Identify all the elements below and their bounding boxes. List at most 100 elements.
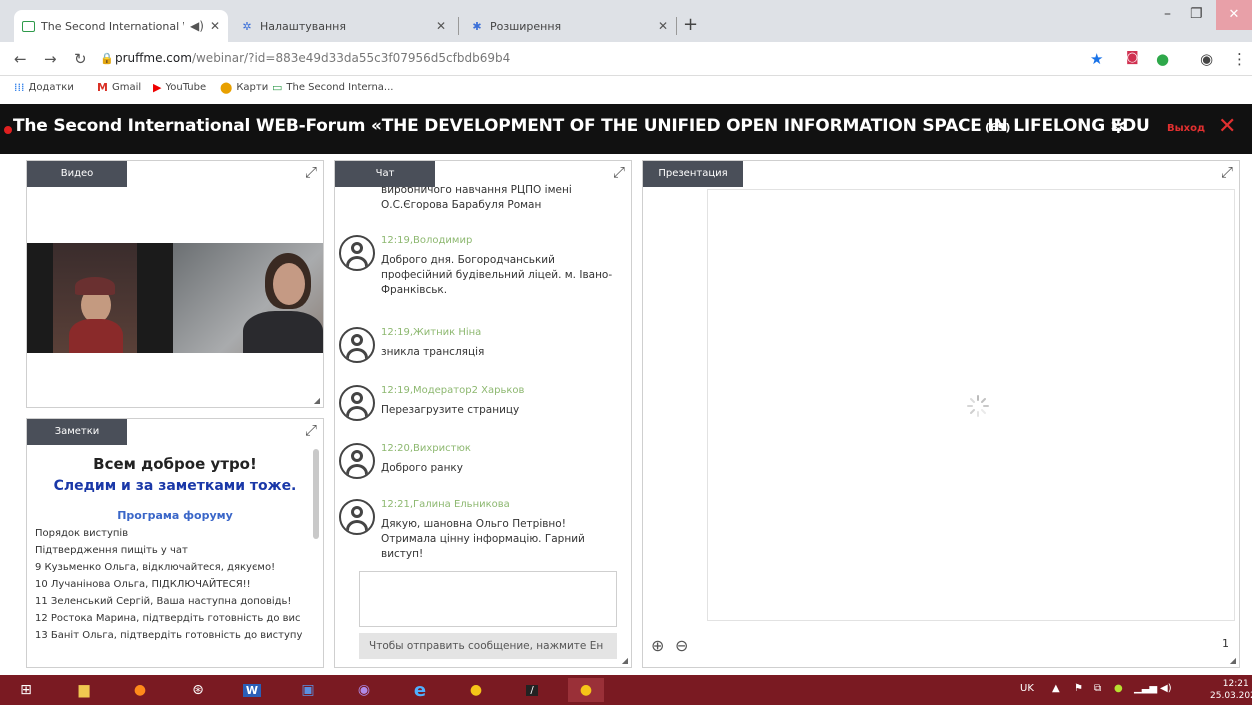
star-bookmark-icon[interactable]: ★	[1090, 50, 1103, 68]
chrome-icon[interactable]: ●	[458, 678, 494, 702]
internet-explorer-icon[interactable]: e	[402, 678, 438, 702]
bookmarks-bar: ⁞⁞⁞ Додатки M Gmail ▶ YouTube ⬤ Карти ▭ The S…	[0, 76, 1252, 100]
expand-icon[interactable]: ⤢	[1221, 163, 1233, 181]
minimize-button[interactable]: –	[1164, 6, 1171, 22]
tab-webinar[interactable]: The Second International W ◀) ✕	[14, 10, 228, 42]
expand-icon[interactable]: ⤢	[305, 163, 317, 181]
bookmark-label: YouTube	[165, 82, 207, 93]
expand-icon[interactable]: ⤢	[613, 163, 625, 181]
lock-icon: 🔒	[100, 52, 114, 65]
reload-icon[interactable]: ↻	[74, 50, 87, 68]
address-bar: ← → ↻ 🔒 pruffme.com/webinar/?id=883e49d3…	[0, 42, 1252, 76]
avatar-icon	[339, 499, 375, 535]
account-icon[interactable]: ◉	[1200, 50, 1213, 68]
participant-face	[273, 263, 305, 305]
bookmark-gmail[interactable]: M Gmail	[97, 81, 141, 94]
chat-message-input[interactable]	[359, 571, 617, 627]
chat-message-meta: 12:20,Вихристюк	[381, 443, 471, 454]
windows-start-icon[interactable]: ⊞	[8, 678, 44, 702]
notes-subheading: Следим и за заметками тоже.	[53, 478, 297, 494]
resize-handle[interactable]: ◢	[1230, 656, 1236, 665]
check-extension-icon[interactable]: ●	[1156, 50, 1169, 68]
file-explorer-icon[interactable]: ▆	[66, 678, 102, 702]
presentation-slide[interactable]	[707, 189, 1235, 621]
restore-button[interactable]: ❐	[1190, 6, 1203, 22]
clock-date: 25.03.2020	[1210, 691, 1252, 701]
chat-message-meta: 12:19,Житник Ніна	[381, 327, 482, 338]
chat-messages[interactable]: виробничого навчання РЦПО імені О.С.Єгор…	[335, 183, 625, 578]
new-tab-button[interactable]: +	[683, 14, 698, 35]
close-tab-icon[interactable]: ✕	[210, 19, 220, 33]
puzzle-icon: ✱	[472, 19, 482, 33]
volume-icon[interactable]: ◀)	[1160, 683, 1172, 694]
tab-title: The Second International W	[41, 19, 185, 33]
live-indicator-icon	[4, 126, 12, 134]
tab-separator	[458, 17, 459, 35]
network-icon[interactable]: ⧉	[1094, 683, 1101, 694]
app-icon[interactable]: /	[514, 678, 550, 702]
video-tab[interactable]: Видео	[27, 161, 127, 187]
viber-icon[interactable]: ◉	[346, 678, 382, 702]
exit-close-icon[interactable]: ✕	[1218, 114, 1236, 139]
youtube-icon: ▶	[153, 81, 162, 94]
resize-handle[interactable]: ◢	[314, 396, 320, 405]
media-player-icon[interactable]: ⊛	[180, 678, 216, 702]
close-tab-icon[interactable]: ✕	[658, 19, 668, 33]
bookmark-label: Gmail	[111, 82, 142, 93]
back-arrow-icon[interactable]: ←	[14, 50, 27, 68]
language-indicator[interactable]: UK	[1020, 683, 1034, 694]
webinar-header: The Second International WEB-Forum «THE …	[0, 104, 1252, 154]
webinar-favicon-icon: ▭	[272, 81, 283, 94]
tray-expand-icon[interactable]: ▲	[1052, 683, 1060, 694]
avatar-icon	[339, 443, 375, 479]
exit-label[interactable]: Выход	[1167, 123, 1205, 134]
video-participant-left	[53, 243, 137, 353]
forward-arrow-icon[interactable]: →	[44, 50, 57, 68]
bookmark-youtube[interactable]: ▶ YouTube	[153, 81, 206, 94]
chat-message-text: виробничого навчання РЦПО імені О.С.Єгор…	[381, 184, 572, 211]
chrome-active-icon[interactable]: ●	[568, 678, 604, 702]
video-stream[interactable]	[27, 243, 323, 353]
notes-program-title: Програма форуму	[117, 509, 233, 522]
menu-kebab-icon[interactable]: ⋮	[1232, 50, 1247, 68]
zoom-in-icon[interactable]: ⊕	[651, 636, 664, 655]
word-icon[interactable]: W	[234, 678, 270, 702]
notes-line: 12 Ростока Марина, підтвердіть готовніст…	[35, 613, 301, 624]
avatar-icon	[339, 235, 375, 271]
bookmark-maps[interactable]: ⬤ Карти	[220, 81, 268, 94]
flag-icon[interactable]: ⚑	[1074, 683, 1083, 694]
chat-message-text: Перезагрузите страницу	[381, 404, 520, 416]
webinar-favicon-icon	[22, 20, 35, 32]
signal-icon[interactable]: ▁▃▅	[1134, 683, 1157, 694]
firefox-icon[interactable]: ●	[122, 678, 158, 702]
zoom-out-icon[interactable]: ⊖	[675, 636, 688, 655]
notes-line: 13 Баніт Ольга, підтвердіть готовність д…	[35, 630, 303, 641]
tab-title: Налаштування	[260, 19, 346, 33]
gmail-icon: M	[97, 81, 108, 94]
tray-app-icon[interactable]: ●	[1114, 683, 1123, 694]
send-hint[interactable]: Чтобы отправить сообщение, нажмите Ен	[359, 633, 617, 659]
loading-spinner-icon	[967, 395, 989, 417]
extension-icon[interactable]: ◙	[1126, 50, 1139, 65]
notes-line: Порядок виступів	[35, 528, 129, 539]
system-clock[interactable]: 12:21 25.03.2020	[1210, 678, 1252, 702]
notes-tab[interactable]: Заметки	[27, 419, 127, 445]
tab-extensions[interactable]: ✱ Розширення ✕	[462, 10, 676, 42]
resize-handle[interactable]: ◢	[622, 656, 628, 665]
settings-gear-icon[interactable]: ✲	[1110, 114, 1127, 138]
bookmark-apps[interactable]: ⁞⁞⁞ Додатки	[14, 81, 74, 94]
chat-tab[interactable]: Чат	[335, 161, 435, 187]
bookmark-webinar[interactable]: ▭ The Second Interna...	[272, 81, 393, 94]
url-field[interactable]: pruffme.com/webinar/?id=883e49d33da55c3f…	[115, 51, 510, 65]
tab-settings[interactable]: ✲ Налаштування ✕	[232, 10, 454, 42]
presentation-tab[interactable]: Презентация	[643, 161, 743, 187]
speaker-icon[interactable]: ◀)	[190, 19, 204, 33]
close-tab-icon[interactable]: ✕	[436, 19, 446, 33]
chat-message-text: Доброго ранку	[381, 462, 463, 474]
gear-icon: ✲	[242, 19, 252, 33]
save-disk-icon[interactable]: ▣	[290, 678, 326, 702]
participants-count[interactable]: (69)	[985, 121, 1010, 134]
expand-icon[interactable]: ⤢	[305, 421, 317, 439]
window-close-button[interactable]: ✕	[1216, 0, 1252, 30]
tab-separator	[676, 17, 677, 35]
